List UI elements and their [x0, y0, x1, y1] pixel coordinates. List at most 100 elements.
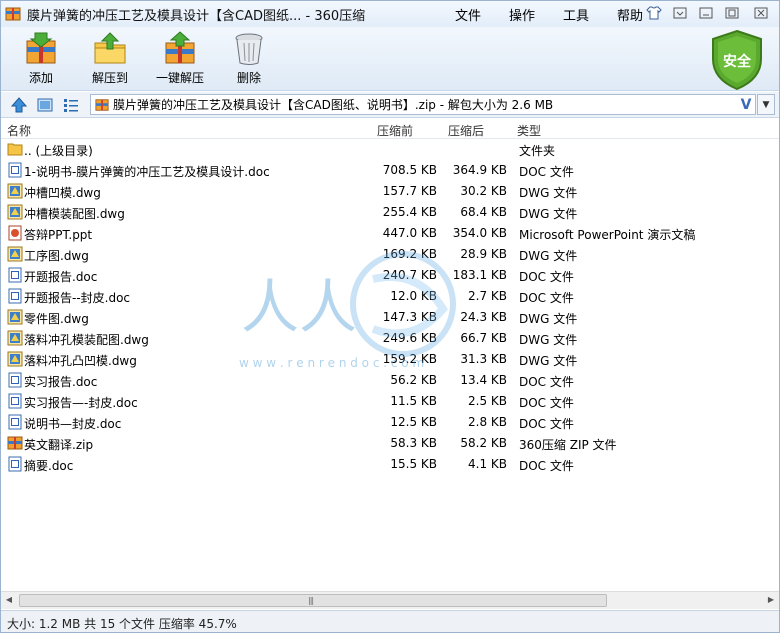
- file-size: 708.5 KB: [382, 163, 437, 177]
- file-name: 实习报告—-封皮.doc: [24, 396, 138, 410]
- file-packed-size: 66.7 KB: [460, 331, 507, 345]
- file-name: 落料冲孔凸凹模.dwg: [24, 354, 137, 368]
- file-size: 56.2 KB: [390, 373, 437, 387]
- doc-icon: [7, 372, 23, 388]
- file-size: 159.2 KB: [382, 352, 437, 366]
- security-shield[interactable]: 安全: [709, 29, 765, 91]
- oneclick-extract-button[interactable]: 一键解压: [148, 31, 212, 89]
- file-row[interactable]: 说明书—封皮.doc 12.5 KB 2.8 KB DOC 文件: [1, 412, 779, 433]
- file-packed-size: 68.4 KB: [460, 205, 507, 219]
- add-archive-icon: [26, 32, 56, 64]
- dwg-icon: [7, 351, 23, 367]
- dwg-icon: [7, 246, 23, 262]
- file-packed-size: 364.9 KB: [452, 163, 507, 177]
- scroll-thumb[interactable]: |||: [19, 594, 607, 607]
- file-row[interactable]: 冲槽模装配图.dwg 255.4 KB 68.4 KB DWG 文件: [1, 202, 779, 223]
- file-packed-size: 30.2 KB: [460, 184, 507, 198]
- file-row[interactable]: 开题报告.doc 240.7 KB 183.1 KB DOC 文件: [1, 265, 779, 286]
- add-button[interactable]: 添加: [9, 31, 73, 89]
- file-size: 255.4 KB: [382, 205, 437, 219]
- toolbar: 添加 解压到 一键解压 删除 安全: [1, 27, 779, 91]
- file-type: DWG 文件: [519, 312, 578, 326]
- path-check-icon[interactable]: V: [737, 97, 755, 113]
- col-name[interactable]: 名称: [7, 122, 31, 139]
- menu-tools[interactable]: 工具: [549, 5, 603, 24]
- doc-icon: [7, 393, 23, 409]
- file-list: .. (上级目录) 文件夹 1-说明书-膜片弹簧的冲压工艺及模具设计.doc 708.…: [1, 139, 779, 591]
- file-row[interactable]: 英文翻译.zip 58.3 KB 58.2 KB 360压缩 ZIP 文件: [1, 433, 779, 454]
- file-row[interactable]: .. (上级目录) 文件夹: [1, 139, 779, 160]
- address-bar: 膜片弹簧的冲压工艺及模具设计【含CAD图纸、说明书】.zip - 解包大小为 2…: [1, 92, 779, 118]
- file-row[interactable]: 实习报告—-封皮.doc 11.5 KB 2.5 KB DOC 文件: [1, 391, 779, 412]
- file-row[interactable]: 工序图.dwg 169.2 KB 28.9 KB DWG 文件: [1, 244, 779, 265]
- file-packed-size: 13.4 KB: [460, 373, 507, 387]
- file-type: DOC 文件: [519, 396, 574, 410]
- zip-icon: [7, 435, 23, 451]
- path-field[interactable]: 膜片弹簧的冲压工艺及模具设计【含CAD图纸、说明书】.zip - 解包大小为 2…: [90, 94, 756, 115]
- ppt-icon: [7, 225, 23, 241]
- file-row[interactable]: 开题报告--封皮.doc 12.0 KB 2.7 KB DOC 文件: [1, 286, 779, 307]
- col-packed[interactable]: 压缩后: [448, 122, 484, 139]
- menu-operate[interactable]: 操作: [495, 5, 549, 24]
- file-name: 冲槽凹模.dwg: [24, 186, 101, 200]
- horizontal-scrollbar[interactable]: ◀ ||| ▶: [1, 591, 779, 609]
- file-type: 360压缩 ZIP 文件: [519, 438, 617, 452]
- close-icon[interactable]: [747, 4, 775, 22]
- oneclick-extract-icon: [165, 31, 195, 64]
- add-label: 添加: [28, 71, 53, 85]
- file-size: 15.5 KB: [390, 457, 437, 471]
- trash-icon: [235, 33, 263, 65]
- up-arrow-icon[interactable]: [10, 97, 28, 116]
- doc-icon: [7, 414, 23, 430]
- scroll-right-icon[interactable]: ▶: [765, 595, 777, 607]
- delete-button[interactable]: 删除: [217, 31, 281, 89]
- file-packed-size: 24.3 KB: [460, 310, 507, 324]
- list-view-icon[interactable]: [63, 97, 79, 116]
- file-size: 12.5 KB: [390, 415, 437, 429]
- oneclick-extract-label: 一键解压: [155, 71, 204, 85]
- file-name: 开题报告.doc: [24, 270, 98, 284]
- file-name: 落料冲孔模装配图.dwg: [24, 333, 149, 347]
- file-row[interactable]: 落料冲孔模装配图.dwg 249.6 KB 66.7 KB DWG 文件: [1, 328, 779, 349]
- window-title: 膜片弹簧的冲压工艺及模具设计【含CAD图纸... - 360压缩: [27, 8, 366, 24]
- window-controls: [639, 4, 775, 22]
- file-name: 说明书—封皮.doc: [24, 417, 122, 431]
- skin-shirt-icon[interactable]: [643, 4, 665, 22]
- extract-to-button[interactable]: 解压到: [78, 31, 142, 89]
- file-name: .. (上级目录): [24, 144, 93, 158]
- file-type: DOC 文件: [519, 165, 574, 179]
- file-size: 11.5 KB: [390, 394, 437, 408]
- file-name: 1-说明书-膜片弹簧的冲压工艺及模具设计.doc: [24, 165, 270, 179]
- file-row[interactable]: 冲槽凹模.dwg 157.7 KB 30.2 KB DWG 文件: [1, 181, 779, 202]
- path-dropdown-icon[interactable]: ▼: [757, 94, 775, 115]
- file-row[interactable]: 实习报告.doc 56.2 KB 13.4 KB DOC 文件: [1, 370, 779, 391]
- file-size: 249.6 KB: [382, 331, 437, 345]
- file-row[interactable]: 落料冲孔凸凹模.dwg 159.2 KB 31.3 KB DWG 文件: [1, 349, 779, 370]
- col-type[interactable]: 类型: [517, 122, 541, 139]
- folder-icon: [7, 141, 23, 157]
- file-packed-size: 58.2 KB: [460, 436, 507, 450]
- view-mode-icon[interactable]: [37, 97, 53, 116]
- file-packed-size: 2.8 KB: [468, 415, 507, 429]
- status-text: 大小: 1.2 MB 共 15 个文件 压缩率 45.7%: [7, 617, 237, 631]
- minimize-icon[interactable]: [695, 4, 717, 22]
- file-row[interactable]: 零件图.dwg 147.3 KB 24.3 KB DWG 文件: [1, 307, 779, 328]
- file-name: 开题报告--封皮.doc: [24, 291, 131, 305]
- file-row[interactable]: 1-说明书-膜片弹簧的冲压工艺及模具设计.doc 708.5 KB 364.9 KB…: [1, 160, 779, 181]
- file-type: DWG 文件: [519, 333, 578, 347]
- file-name: 英文翻译.zip: [24, 438, 94, 452]
- status-bar: 大小: 1.2 MB 共 15 个文件 压缩率 45.7%: [1, 610, 779, 632]
- doc-icon: [7, 288, 23, 304]
- file-row[interactable]: 摘要.doc 15.5 KB 4.1 KB DOC 文件: [1, 454, 779, 475]
- path-text: 膜片弹簧的冲压工艺及模具设计【含CAD图纸、说明书】.zip - 解包大小为 2…: [113, 98, 554, 112]
- file-name: 实习报告.doc: [24, 375, 98, 389]
- menu-dropdown-icon[interactable]: [669, 4, 691, 22]
- scroll-left-icon[interactable]: ◀: [3, 595, 15, 607]
- menu-bar: 文件 操作 工具 帮助: [441, 1, 657, 27]
- file-type: DOC 文件: [519, 375, 574, 389]
- maximize-icon[interactable]: [721, 4, 743, 22]
- col-size[interactable]: 压缩前: [377, 122, 413, 139]
- dwg-icon: [7, 309, 23, 325]
- menu-file[interactable]: 文件: [441, 5, 495, 24]
- file-row[interactable]: 答辩PPT.ppt 447.0 KB 354.0 KB Microsoft Power…: [1, 223, 779, 244]
